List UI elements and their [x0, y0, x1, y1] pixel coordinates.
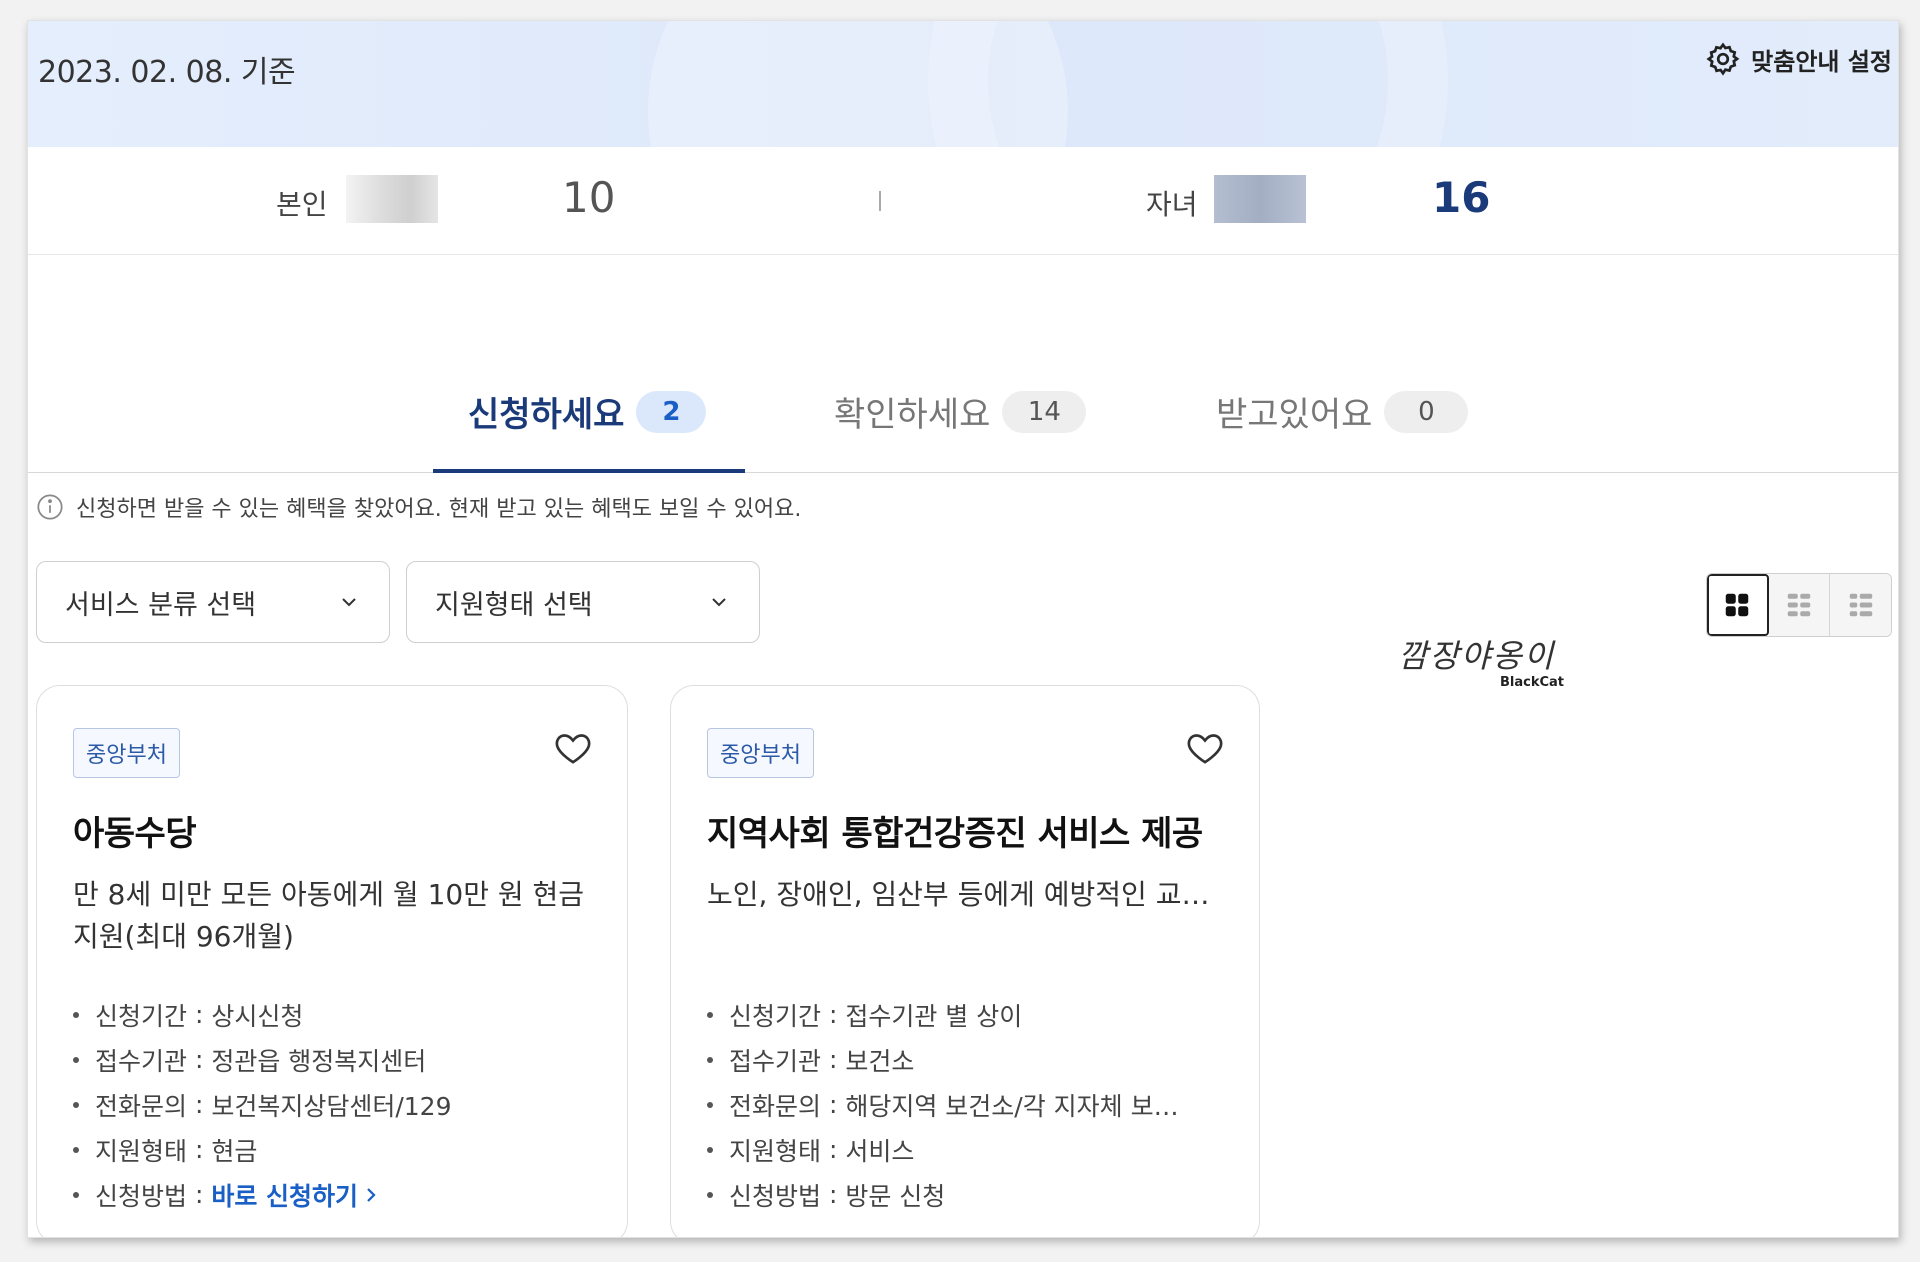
view-grid-small-button[interactable]: [1768, 574, 1831, 636]
benefit-tabs: 신청하세요 2 확인하세요 14 받고있어요 0: [28, 351, 1898, 473]
view-grid-large-button[interactable]: [1707, 574, 1769, 636]
chevron-down-icon: [712, 598, 726, 607]
card-details: 신청기간 : 접수기관 별 상이 접수기관 : 보건소 전화문의 : 해당지역 …: [707, 992, 1179, 1217]
detail-item: 접수기관 : 정관읍 행정복지센터: [73, 1037, 452, 1082]
card-details: 신청기간 : 상시신청 접수기관 : 정관읍 행정복지센터 전화문의 : 보건복…: [73, 992, 452, 1217]
grid-small-icon: [1787, 593, 1811, 617]
tab-count: 14: [1002, 390, 1087, 433]
grid-large-icon: [1726, 593, 1749, 617]
info-text: 신청하면 받을 수 있는 혜택을 찾았어요. 현재 받고 있는 혜택도 보일 수…: [76, 497, 802, 522]
tab-label: 신청하세요: [468, 395, 625, 435]
list-icon: [1849, 593, 1872, 617]
view-list-button[interactable]: [1830, 574, 1891, 636]
divider: [879, 191, 881, 211]
detail-item: 지원형태 : 서비스: [707, 1127, 1179, 1172]
view-mode-toggle: [1706, 573, 1892, 637]
agency-badge: 중앙부처: [707, 728, 814, 778]
tab-label: 확인하세요: [834, 395, 991, 435]
card-description: 만 8세 미만 모든 아동에게 월 10만 원 현금 지원(최대 96개월): [73, 878, 585, 953]
benefit-card[interactable]: 중앙부처 지역사회 통합건강증진 서비스 제공 노인, 장애인, 임산부 등에게…: [670, 685, 1260, 1237]
benefit-card[interactable]: 중앙부처 아동수당 만 8세 미만 모든 아동에게 월 10만 원 현금 지원(…: [36, 685, 628, 1237]
card-description: 노인, 장애인, 임산부 등에게 예방적인 교…: [707, 878, 1210, 911]
detail-item: 전화문의 : 보건복지상담센터/129: [73, 1082, 452, 1127]
watermark-text: 깜장야옹이: [1398, 637, 1556, 675]
child-name-redacted: [1214, 175, 1306, 223]
service-category-select[interactable]: 서비스 분류 선택: [36, 561, 390, 643]
card-title: 아동수당: [73, 814, 197, 854]
chevron-down-icon: [342, 598, 356, 607]
tab-apply[interactable]: 신청하세요 2: [468, 387, 707, 436]
apply-now-link[interactable]: 바로 신청하기: [211, 1177, 380, 1213]
tab-count: 2: [636, 390, 707, 433]
heart-icon[interactable]: [553, 728, 593, 768]
info-icon: [37, 494, 63, 520]
child-age: 16: [1432, 173, 1491, 222]
detail-item: 신청기간 : 상시신청: [73, 992, 452, 1037]
custom-guide-settings-button[interactable]: 맞춤안내 설정: [1705, 41, 1892, 77]
select-value: 서비스 분류 선택: [65, 589, 257, 621]
family-members-row: 본인 10 자녀 16: [28, 147, 1898, 255]
reference-date: 2023. 02. 08. 기준: [38, 55, 296, 90]
support-type-select[interactable]: 지원형태 선택: [406, 561, 760, 643]
page-frame: 2023. 02. 08. 기준 맞춤안내 설정 본인 10 자녀 16 신청하…: [27, 20, 1899, 1238]
self-label: 본인: [276, 188, 328, 221]
chevron-right-icon: [367, 1187, 376, 1202]
card-title: 지역사회 통합건강증진 서비스 제공: [707, 814, 1203, 854]
tab-count: 0: [1384, 390, 1469, 433]
gear-icon: [1706, 42, 1740, 76]
tab-receiving[interactable]: 받고있어요 0: [1216, 387, 1469, 436]
header-banner: 2023. 02. 08. 기준 맞춤안내 설정: [28, 21, 1898, 147]
settings-label: 맞춤안내 설정: [1751, 47, 1892, 76]
info-notice: 신청하면 받을 수 있는 혜택을 찾았어요. 현재 받고 있는 혜택도 보일 수…: [36, 491, 801, 523]
self-name-redacted: [346, 175, 438, 223]
detail-item: 지원형태 : 현금: [73, 1127, 452, 1172]
detail-item: 신청방법 : 방문 신청: [707, 1172, 1179, 1217]
detail-item: 접수기관 : 보건소: [707, 1037, 1179, 1082]
self-age: 10: [562, 173, 616, 222]
detail-item: 신청기간 : 접수기관 별 상이: [707, 992, 1179, 1037]
heart-icon[interactable]: [1185, 728, 1225, 768]
watermark-subtext: BlackCat: [1500, 675, 1565, 690]
tab-check[interactable]: 확인하세요 14: [834, 387, 1087, 436]
blog-watermark: 깜장야옹이 BlackCat: [1398, 631, 1598, 711]
select-value: 지원형태 선택: [435, 589, 593, 621]
agency-badge: 중앙부처: [73, 728, 180, 778]
active-tab-indicator: [433, 469, 745, 473]
detail-item: 신청방법 : 바로 신청하기: [73, 1172, 452, 1217]
detail-item: 전화문의 : 해당지역 보건소/각 지자체 보…: [707, 1082, 1179, 1127]
child-label: 자녀: [1146, 188, 1198, 221]
tab-label: 받고있어요: [1216, 395, 1373, 435]
